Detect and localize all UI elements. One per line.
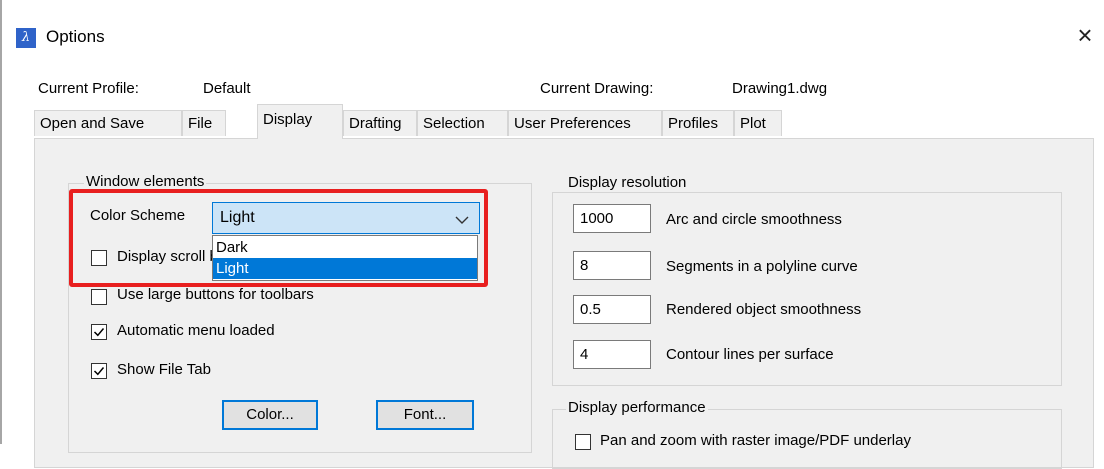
- arc-smoothness-label: Arc and circle smoothness: [666, 211, 842, 228]
- display-scroll-bars-label: Display scroll bars: [117, 248, 212, 265]
- display-performance-title: Display performance: [566, 399, 708, 416]
- dropdown-option-dark[interactable]: Dark: [213, 237, 477, 258]
- font-button[interactable]: Font...: [376, 400, 474, 430]
- app-logo-icon: λ: [16, 28, 36, 48]
- color-scheme-value: Light: [220, 209, 255, 226]
- check-icon: [93, 367, 105, 376]
- tab-file[interactable]: File: [182, 110, 226, 136]
- rendered-smoothness-label: Rendered object smoothness: [666, 301, 862, 318]
- polyline-segments-input[interactable]: 8: [573, 251, 651, 280]
- large-buttons-checkbox[interactable]: [91, 289, 107, 305]
- window-title: Options: [46, 27, 105, 46]
- current-drawing-label: Current Drawing:: [540, 80, 654, 97]
- arc-smoothness-input[interactable]: 1000: [573, 204, 651, 233]
- tab-plot[interactable]: Plot: [734, 110, 782, 136]
- pan-zoom-raster-label: Pan and zoom with raster image/PDF under…: [600, 432, 911, 449]
- large-buttons-label: Use large buttons for toolbars: [117, 286, 314, 303]
- color-scheme-label: Color Scheme: [90, 207, 186, 224]
- window-left-edge: [0, 0, 2, 444]
- automatic-menu-checkbox[interactable]: [91, 324, 107, 340]
- tab-open-and-save[interactable]: Open and Save: [34, 110, 182, 136]
- color-scheme-combobox[interactable]: Light: [212, 202, 480, 234]
- color-scheme-dropdown-list: Dark Light: [212, 235, 478, 281]
- tab-display[interactable]: Display: [257, 104, 343, 139]
- tab-drafting[interactable]: Drafting: [343, 110, 417, 136]
- display-resolution-title: Display resolution: [566, 174, 689, 191]
- tab-profiles[interactable]: Profiles: [662, 110, 734, 136]
- current-profile-label: Current Profile:: [38, 80, 139, 97]
- window-elements-title: Window elements: [84, 173, 207, 190]
- color-button[interactable]: Color...: [222, 400, 318, 430]
- chevron-down-icon: [455, 212, 469, 229]
- polyline-segments-label: Segments in a polyline curve: [666, 258, 858, 275]
- current-profile-value: Default: [203, 80, 251, 97]
- current-drawing-value: Drawing1.dwg: [732, 80, 828, 97]
- check-icon: [93, 328, 105, 337]
- tab-user-preferences[interactable]: User Preferences: [508, 110, 662, 136]
- close-button[interactable]: ×: [1070, 20, 1100, 50]
- display-scroll-bars-checkbox[interactable]: [91, 250, 107, 266]
- dropdown-option-light[interactable]: Light: [213, 258, 477, 279]
- show-file-tab-label: Show File Tab: [117, 361, 211, 378]
- contour-lines-input[interactable]: 4: [573, 340, 651, 369]
- contour-lines-label: Contour lines per surface: [666, 346, 834, 363]
- rendered-smoothness-input[interactable]: 0.5: [573, 295, 651, 324]
- automatic-menu-label: Automatic menu loaded: [117, 322, 275, 339]
- pan-zoom-raster-checkbox[interactable]: [575, 434, 591, 450]
- tab-selection[interactable]: Selection: [417, 110, 508, 136]
- show-file-tab-checkbox[interactable]: [91, 363, 107, 379]
